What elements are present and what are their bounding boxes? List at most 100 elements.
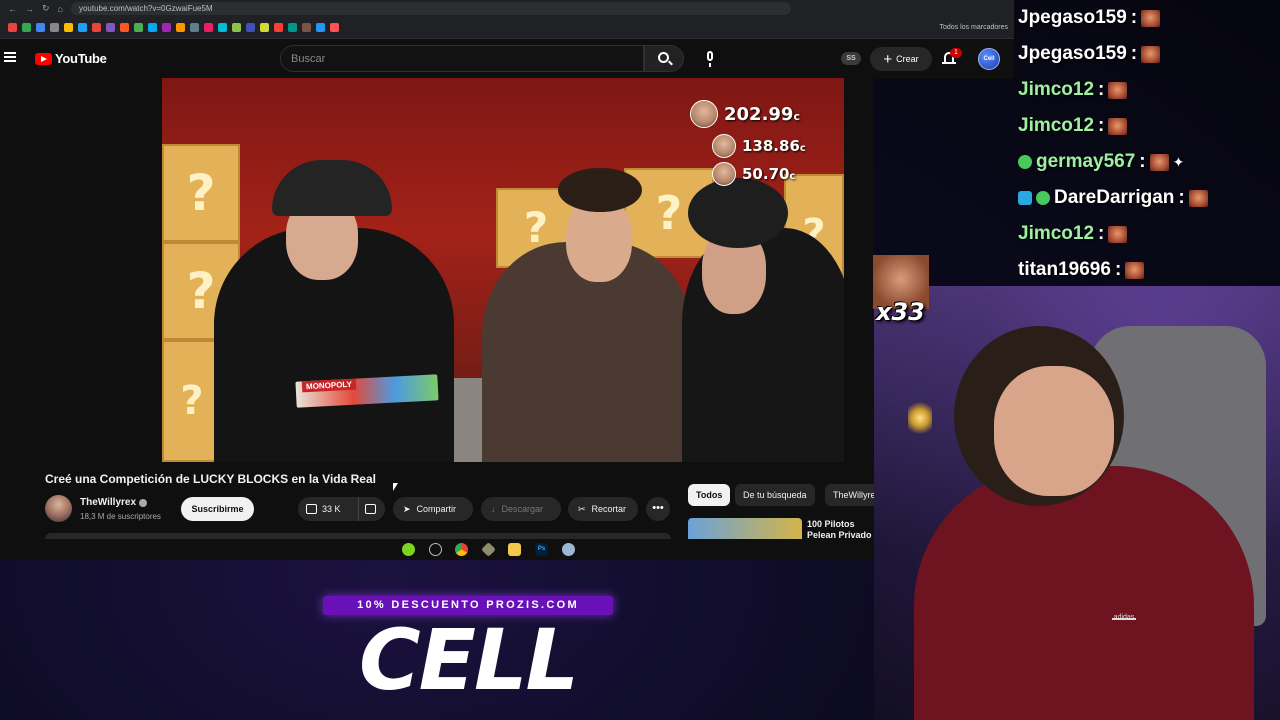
subscriber-count: 18,3 M de suscriptores	[80, 512, 161, 521]
subscriber-badge-icon	[1036, 191, 1050, 205]
like-button[interactable]: 33 K	[298, 497, 356, 521]
webcam-feed: adidas	[874, 286, 1280, 720]
streamer-hoodie	[914, 466, 1254, 720]
emote-icon	[1125, 261, 1145, 279]
emote-icon	[1108, 225, 1128, 243]
share-button[interactable]: ➤ Compartir	[393, 497, 473, 521]
video-player[interactable]: ? ? ? ? ? ? MONOPOLY 202.99c 138.86c 50.…	[162, 78, 844, 462]
clip-label: Recortar	[591, 504, 627, 514]
folder-taskbar-icon[interactable]	[508, 543, 521, 556]
dislike-button[interactable]	[358, 497, 385, 521]
app-taskbar-icon[interactable]	[562, 543, 575, 556]
bookmark-icon[interactable]	[330, 23, 339, 32]
bookmark-icon[interactable]	[64, 23, 73, 32]
create-label: Crear	[896, 54, 919, 64]
bookmark-icon[interactable]	[120, 23, 129, 32]
description-box[interactable]	[45, 533, 671, 539]
account-avatar[interactable]: Cell	[978, 48, 1000, 70]
back-icon[interactable]: ←	[8, 4, 17, 14]
player-face-icon	[712, 134, 736, 158]
verified-check-icon	[139, 499, 147, 507]
clock-taskbar-icon[interactable]	[429, 543, 442, 556]
clip-button[interactable]: ✂ Recortar	[568, 497, 638, 521]
promo-logo: CELL	[358, 612, 579, 708]
chat-username: DareDarrigan	[1054, 187, 1175, 208]
menu-icon[interactable]	[4, 52, 16, 62]
bookmark-icon[interactable]	[260, 23, 269, 32]
bookmark-icon[interactable]	[78, 23, 87, 32]
bookmark-icon[interactable]	[204, 23, 213, 32]
chip-all[interactable]: Todos	[688, 484, 731, 506]
chrome-taskbar-icon[interactable]	[455, 543, 468, 556]
bookmark-icon[interactable]	[302, 23, 311, 32]
christmas-tree-lights	[908, 400, 932, 436]
microphone-icon	[707, 51, 713, 61]
address-url: youtube.com/watch?v=0GzwaiFue5M	[78, 4, 213, 13]
youtube-logo-text: YouTube	[55, 51, 107, 66]
app-taskbar-icon[interactable]	[402, 543, 415, 556]
home-icon[interactable]: ⌂	[58, 4, 63, 14]
channel-avatar[interactable]	[45, 495, 72, 522]
thumbs-down-icon	[365, 504, 376, 514]
bookmark-icon[interactable]	[218, 23, 227, 32]
recommended-video-title[interactable]: 100 Pilotos Pelean Privado	[807, 519, 874, 539]
chat-message: Jpegaso159 :	[1018, 4, 1161, 32]
bookmark-icon[interactable]	[316, 23, 325, 32]
bookmark-icon[interactable]	[232, 23, 241, 32]
chat-username: Jimco12	[1018, 223, 1095, 244]
bookmark-icon[interactable]	[106, 23, 115, 32]
lucky-block-prop: ?	[162, 340, 222, 462]
search-button[interactable]	[644, 45, 684, 72]
emote-combo-count: x33	[876, 298, 925, 326]
bookmark-icon[interactable]	[246, 23, 255, 32]
forward-icon[interactable]: →	[25, 4, 34, 14]
search-input[interactable]	[280, 45, 644, 72]
chat-username: Jimco12	[1018, 115, 1095, 136]
streamer-face	[994, 366, 1114, 496]
bookmark-icon[interactable]	[176, 23, 185, 32]
bookmark-icon[interactable]	[50, 23, 59, 32]
bookmarks-folder[interactable]: Todos los marcadores	[940, 24, 1008, 31]
voice-search-button[interactable]	[696, 45, 724, 73]
emote-icon	[1141, 9, 1161, 27]
emote-icon	[1108, 81, 1128, 99]
bookmark-icon[interactable]	[190, 23, 199, 32]
bookmarks-bar: Todos los marcadores	[0, 17, 1014, 39]
chat-username: Jimco12	[1018, 79, 1095, 100]
youtube-play-icon	[35, 52, 52, 65]
plus-icon: +	[883, 50, 893, 68]
bookmark-icon[interactable]	[288, 23, 297, 32]
chat-message: Jimco12 :	[1018, 220, 1128, 248]
youtube-logo[interactable]: YouTube	[35, 51, 107, 66]
mouse-cursor-icon	[393, 483, 398, 491]
photoshop-taskbar-icon[interactable]: Ps	[535, 543, 548, 556]
address-bar[interactable]: youtube.com/watch?v=0GzwaiFue5M	[70, 2, 791, 15]
score-value: 50.70c	[742, 165, 796, 183]
bookmark-icon[interactable]	[274, 23, 283, 32]
adidas-logo: adidas	[1112, 604, 1136, 621]
channel-name[interactable]: TheWillyrex	[80, 497, 136, 508]
reload-icon[interactable]: ↻	[42, 3, 50, 14]
bookmark-icon[interactable]	[162, 23, 171, 32]
thumbs-up-icon	[306, 504, 317, 514]
recommended-video-thumbnail[interactable]	[688, 518, 802, 539]
bookmark-icon[interactable]	[148, 23, 157, 32]
chat-message: Jpegaso159 :	[1018, 40, 1161, 68]
score-value: 138.86c	[742, 137, 806, 155]
chat-username: germay567	[1036, 151, 1136, 172]
create-button[interactable]: + Crear	[870, 47, 932, 71]
share-arrow-icon: ➤	[403, 503, 411, 514]
bookmark-icon[interactable]	[134, 23, 143, 32]
download-button[interactable]: ↓ Descargar	[481, 497, 561, 521]
ss-badge[interactable]: SS	[841, 52, 861, 65]
emote-icon	[1108, 117, 1128, 135]
chat-message: DareDarrigan :	[1018, 184, 1208, 212]
bookmark-icon[interactable]	[92, 23, 101, 32]
more-actions-button[interactable]: •••	[646, 497, 670, 521]
bookmark-icon[interactable]	[8, 23, 17, 32]
bookmark-icon[interactable]	[22, 23, 31, 32]
subscribe-button[interactable]: Suscribirme	[181, 497, 254, 521]
bookmark-icon[interactable]	[36, 23, 45, 32]
chip-channel[interactable]: TheWillyrex	[825, 484, 874, 506]
chip-from-search[interactable]: De tu búsqueda	[735, 484, 815, 506]
